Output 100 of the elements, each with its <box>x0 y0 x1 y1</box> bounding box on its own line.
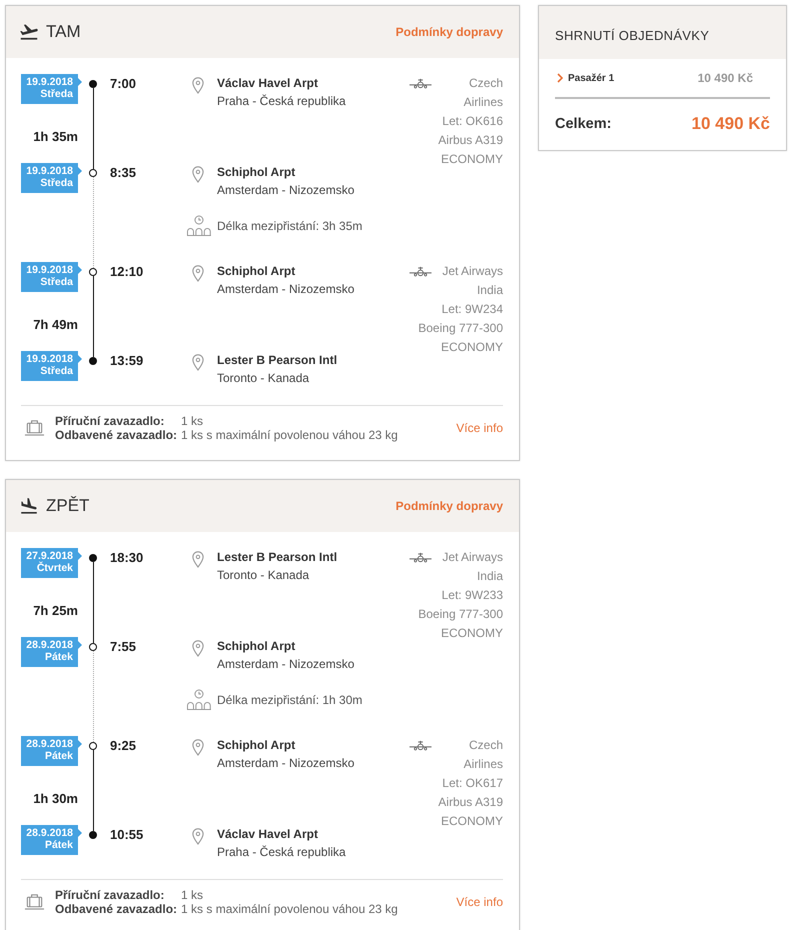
time-text: 9:25 <box>109 737 136 755</box>
weekday-text: Středa <box>39 88 73 100</box>
map-pin-icon <box>192 828 204 845</box>
airport-name: Schiphol Arpt <box>217 164 296 181</box>
cabin-class: ECONOMY <box>440 625 503 642</box>
more-info-link[interactable]: Více info <box>456 421 503 435</box>
weekday-text: Pátek <box>44 651 73 663</box>
time-text: 7:55 <box>109 638 136 656</box>
baggage-label: Odbavené zavazadlo: <box>55 428 178 442</box>
layover-duration: Délka mezipřistání: 3h 35m <box>217 219 362 233</box>
passenger-price: 10 490 Kč <box>698 71 753 85</box>
flight-number: Let: 9W233 <box>440 587 503 604</box>
airport-name: Lester B Pearson Intl <box>217 352 338 369</box>
city-name: Toronto - Kanada <box>217 567 310 584</box>
map-pin-icon <box>192 739 204 756</box>
date-text: 19.9.2018 <box>25 165 73 177</box>
leg-title: TAM <box>46 22 81 42</box>
map-pin-icon <box>192 265 204 282</box>
date-text: 28.9.2018 <box>25 738 73 750</box>
weekday-text: Středa <box>39 276 73 288</box>
cabin-class: ECONOMY <box>440 151 503 168</box>
city-name: Toronto - Kanada <box>217 370 310 387</box>
city-name: Praha - Česká republika <box>217 93 347 110</box>
flight-duration: 1h 35m <box>33 129 78 144</box>
airport-name: Schiphol Arpt <box>217 737 296 754</box>
time-text: 10:55 <box>109 826 144 844</box>
plane-takeoff-icon <box>20 24 38 40</box>
plane-icon <box>408 740 433 751</box>
date-text: 19.9.2018 <box>25 76 73 88</box>
aircraft-type: Airbus A319 <box>437 794 503 811</box>
airport-name: Lester B Pearson Intl <box>217 549 338 566</box>
airport-name: Václav Havel Arpt <box>217 826 319 843</box>
suitcase-icon <box>24 893 45 911</box>
airline-name: Jet Airways India <box>441 549 503 585</box>
weekday-text: Středa <box>39 365 73 377</box>
time-text: 18:30 <box>109 549 144 567</box>
date-text: 19.9.2018 <box>25 353 73 365</box>
clock-seats-icon <box>186 215 212 237</box>
weekday-text: Středa <box>39 177 73 189</box>
city-name: Amsterdam - Nizozemsko <box>217 755 356 772</box>
date-text: 28.9.2018 <box>25 639 73 651</box>
conditions-link[interactable]: Podmínky dopravy <box>396 499 503 513</box>
time-text: 7:00 <box>109 75 136 93</box>
city-name: Amsterdam - Nizozemsko <box>217 281 356 298</box>
leg-title: ZPĚT <box>46 496 90 516</box>
cabin-class: ECONOMY <box>440 339 503 356</box>
weekday-text: Čtvrtek <box>36 562 73 574</box>
aircraft-type: Airbus A319 <box>437 132 503 149</box>
weekday-text: Pátek <box>44 750 73 762</box>
baggage-value: 1 ks s maximální povolenou váhou 23 kg <box>181 428 398 442</box>
chevron-right-icon[interactable] <box>557 73 563 83</box>
baggage-label: Příruční zavazadlo: <box>55 888 166 902</box>
city-name: Praha - Česká republika <box>217 844 347 861</box>
aircraft-type: Boeing 777-300 <box>417 606 503 623</box>
flight-number: Let: 9W234 <box>440 301 503 318</box>
plane-landing-icon <box>20 498 38 514</box>
plane-icon <box>408 266 433 277</box>
plane-icon <box>408 78 433 89</box>
suitcase-icon <box>24 419 45 437</box>
flight-number: Let: OK617 <box>441 775 503 792</box>
flight-duration: 7h 49m <box>33 317 78 332</box>
passenger-label[interactable]: Pasažér 1 <box>568 72 614 84</box>
map-pin-icon <box>192 354 204 371</box>
weekday-text: Pátek <box>44 839 73 851</box>
baggage-value: 1 ks s maximální povolenou váhou 23 kg <box>181 902 398 916</box>
city-name: Amsterdam - Nizozemsko <box>217 182 356 199</box>
layover-duration: Délka mezipřistání: 1h 30m <box>217 693 362 707</box>
date-text: 28.9.2018 <box>25 827 73 839</box>
flight-duration: 1h 30m <box>33 791 78 806</box>
total-price: 10 490 Kč <box>692 114 770 134</box>
baggage-label: Odbavené zavazadlo: <box>55 902 178 916</box>
airport-name: Václav Havel Arpt <box>217 75 319 92</box>
conditions-link[interactable]: Podmínky dopravy <box>396 25 503 39</box>
airline-name: Czech Airlines <box>462 737 503 773</box>
time-text: 12:10 <box>109 263 144 281</box>
map-pin-icon <box>192 77 204 94</box>
map-pin-icon <box>192 551 204 568</box>
date-text: 19.9.2018 <box>25 264 73 276</box>
total-label: Celkem: <box>555 116 612 132</box>
airport-name: Schiphol Arpt <box>217 638 296 655</box>
baggage-value: 1 ks <box>181 888 204 902</box>
plane-icon <box>408 552 433 563</box>
date-text: 27.9.2018 <box>25 550 73 562</box>
airport-name: Schiphol Arpt <box>217 263 296 280</box>
clock-seats-icon <box>186 689 212 711</box>
flight-number: Let: OK616 <box>441 113 503 130</box>
map-pin-icon <box>192 640 204 657</box>
summary-title: SHRNUTÍ OBJEDNÁVKY <box>555 28 710 43</box>
city-name: Amsterdam - Nizozemsko <box>217 656 356 673</box>
airline-name: Jet Airways India <box>441 263 503 299</box>
time-text: 8:35 <box>109 164 136 182</box>
more-info-link[interactable]: Více info <box>456 895 503 909</box>
flight-duration: 7h 25m <box>33 603 78 618</box>
baggage-label: Příruční zavazadlo: <box>55 414 166 428</box>
map-pin-icon <box>192 166 204 183</box>
time-text: 13:59 <box>109 352 144 370</box>
aircraft-type: Boeing 777-300 <box>417 320 503 337</box>
airline-name: Czech Airlines <box>462 75 503 111</box>
cabin-class: ECONOMY <box>440 813 503 830</box>
baggage-value: 1 ks <box>181 414 204 428</box>
